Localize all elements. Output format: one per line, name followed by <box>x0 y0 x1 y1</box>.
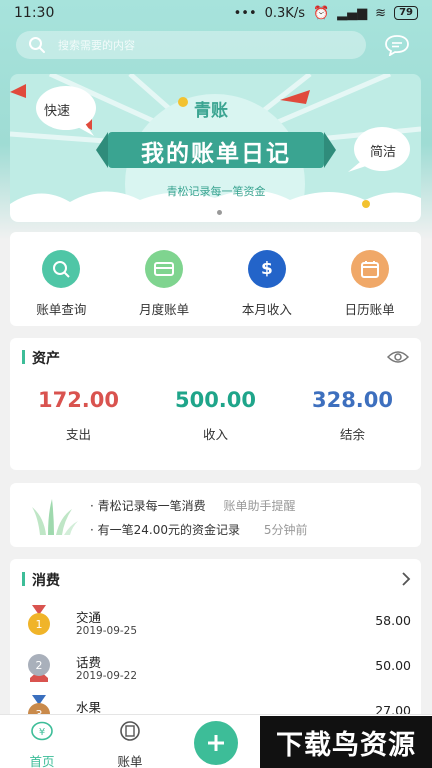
bill-icon <box>120 721 140 741</box>
plus-icon <box>208 735 224 751</box>
income-value: 500.00 <box>174 388 257 412</box>
balance-label: 结余 <box>339 427 365 442</box>
status-time: 11:30 <box>14 5 55 21</box>
tab-home-label: 首页 <box>29 754 55 768</box>
consume-card: 消费 1 交通 2019-09-25 58.00 2 话费 2019-09-22… <box>10 559 421 725</box>
tip-row-1: · 青松记录每一笔消费 账单助手提醒 <box>90 497 295 514</box>
row-name: 话费 <box>76 655 102 670</box>
message-icon[interactable] <box>384 34 410 56</box>
banner-indicator <box>217 210 222 215</box>
banner-bubble-left: 快速 <box>44 104 71 119</box>
assistant-tips-card[interactable]: · 青松记录每一笔消费 账单助手提醒 · 有一笔24.00元的资金记录 5分钟前 <box>10 483 421 547</box>
status-bar: 11:30 ••• 0.3K/s ⏰ ▂▄▆ ≋ 79 <box>0 0 432 26</box>
status-dots: ••• <box>233 5 257 21</box>
asset-expense: 172.00 支出 <box>10 388 147 443</box>
monthly-income-button[interactable]: $ 本月收入 <box>219 250 315 318</box>
tab-home[interactable]: ¥ 首页 <box>12 721 72 768</box>
banner-bubble-right: 简洁 <box>370 145 397 160</box>
income-label: 收入 <box>202 427 228 442</box>
search-input[interactable]: 搜索需要的内容 <box>16 31 366 59</box>
silver-medal-icon: 2 <box>28 654 50 682</box>
eye-icon[interactable] <box>387 350 409 364</box>
row-date: 2019-09-22 <box>76 670 138 682</box>
row-amount: 50.00 <box>375 658 411 673</box>
row-amount: 58.00 <box>375 613 411 628</box>
search-placeholder: 搜索需要的内容 <box>58 39 135 52</box>
card-icon <box>145 250 184 288</box>
grass-icon <box>32 499 78 535</box>
banner[interactable]: 青账 快速 简洁 我的账单日记 青松记录每一笔资金 <box>10 74 421 222</box>
tip-text-2: · 有一笔24.00元的资金记录 <box>90 523 240 537</box>
signal-icon: ▂▄▆ <box>337 5 368 21</box>
consume-row[interactable]: 1 交通 2019-09-25 58.00 <box>10 599 421 644</box>
gold-medal-icon: 1 <box>28 605 50 635</box>
alarm-icon: ⏰ <box>312 5 330 21</box>
battery-icon: 79 <box>394 6 418 20</box>
assets-title: 资产 <box>22 348 60 368</box>
chevron-right-icon[interactable] <box>401 571 411 587</box>
add-record-button[interactable] <box>194 721 238 765</box>
asset-income: 500.00 收入 <box>147 388 284 443</box>
consume-row[interactable]: 2 话费 2019-09-22 50.00 <box>10 644 421 689</box>
asset-balance: 328.00 结余 <box>284 388 421 443</box>
banner-title: 我的账单日记 <box>141 141 291 167</box>
watermark: 下载鸟资源 <box>260 716 432 768</box>
money-bag-icon: $ <box>247 250 286 288</box>
search-icon <box>29 37 45 53</box>
calendar-bill-label: 日历账单 <box>344 302 395 317</box>
row-name: 交通 <box>76 610 102 625</box>
tip-meta-2: 5分钟前 <box>263 523 308 537</box>
row-date: 2019-09-25 <box>76 625 138 637</box>
tip-row-2: · 有一笔24.00元的资金记录 5分钟前 <box>90 521 307 538</box>
bill-query-label: 账单查询 <box>36 302 87 317</box>
search-bill-icon <box>42 250 81 288</box>
monthly-bill-button[interactable]: 月度账单 <box>116 250 212 318</box>
svg-text:2: 2 <box>36 659 43 672</box>
tip-text-1: · 青松记录每一笔消费 <box>90 499 206 513</box>
wifi-icon: ≋ <box>375 5 387 21</box>
assets-card: 资产 172.00 支出 500.00 收入 328.00 结余 <box>10 338 421 470</box>
yen-home-icon: ¥ <box>31 721 53 741</box>
svg-text:1: 1 <box>36 618 43 631</box>
banner-brand: 青账 <box>194 101 228 121</box>
calendar-icon <box>350 250 389 288</box>
quick-actions-card: 账单查询 月度账单 $ 本月收入 日历账单 <box>10 232 421 326</box>
calendar-bill-button[interactable]: 日历账单 <box>322 250 418 318</box>
monthly-income-label: 本月收入 <box>241 302 292 317</box>
consume-title: 消费 <box>22 570 60 590</box>
tab-bill[interactable]: 账单 <box>100 721 160 768</box>
bill-query-button[interactable]: 账单查询 <box>13 250 109 318</box>
tip-meta-1: 账单助手提醒 <box>223 499 296 513</box>
balance-value: 328.00 <box>311 388 394 412</box>
expense-label: 支出 <box>65 427 91 442</box>
expense-value: 172.00 <box>37 388 120 412</box>
network-speed: 0.3K/s <box>264 5 305 21</box>
monthly-bill-label: 月度账单 <box>139 302 190 317</box>
svg-text:¥: ¥ <box>39 727 45 738</box>
tab-bill-label: 账单 <box>117 754 143 768</box>
banner-subtitle: 青松记录每一笔资金 <box>166 185 266 198</box>
